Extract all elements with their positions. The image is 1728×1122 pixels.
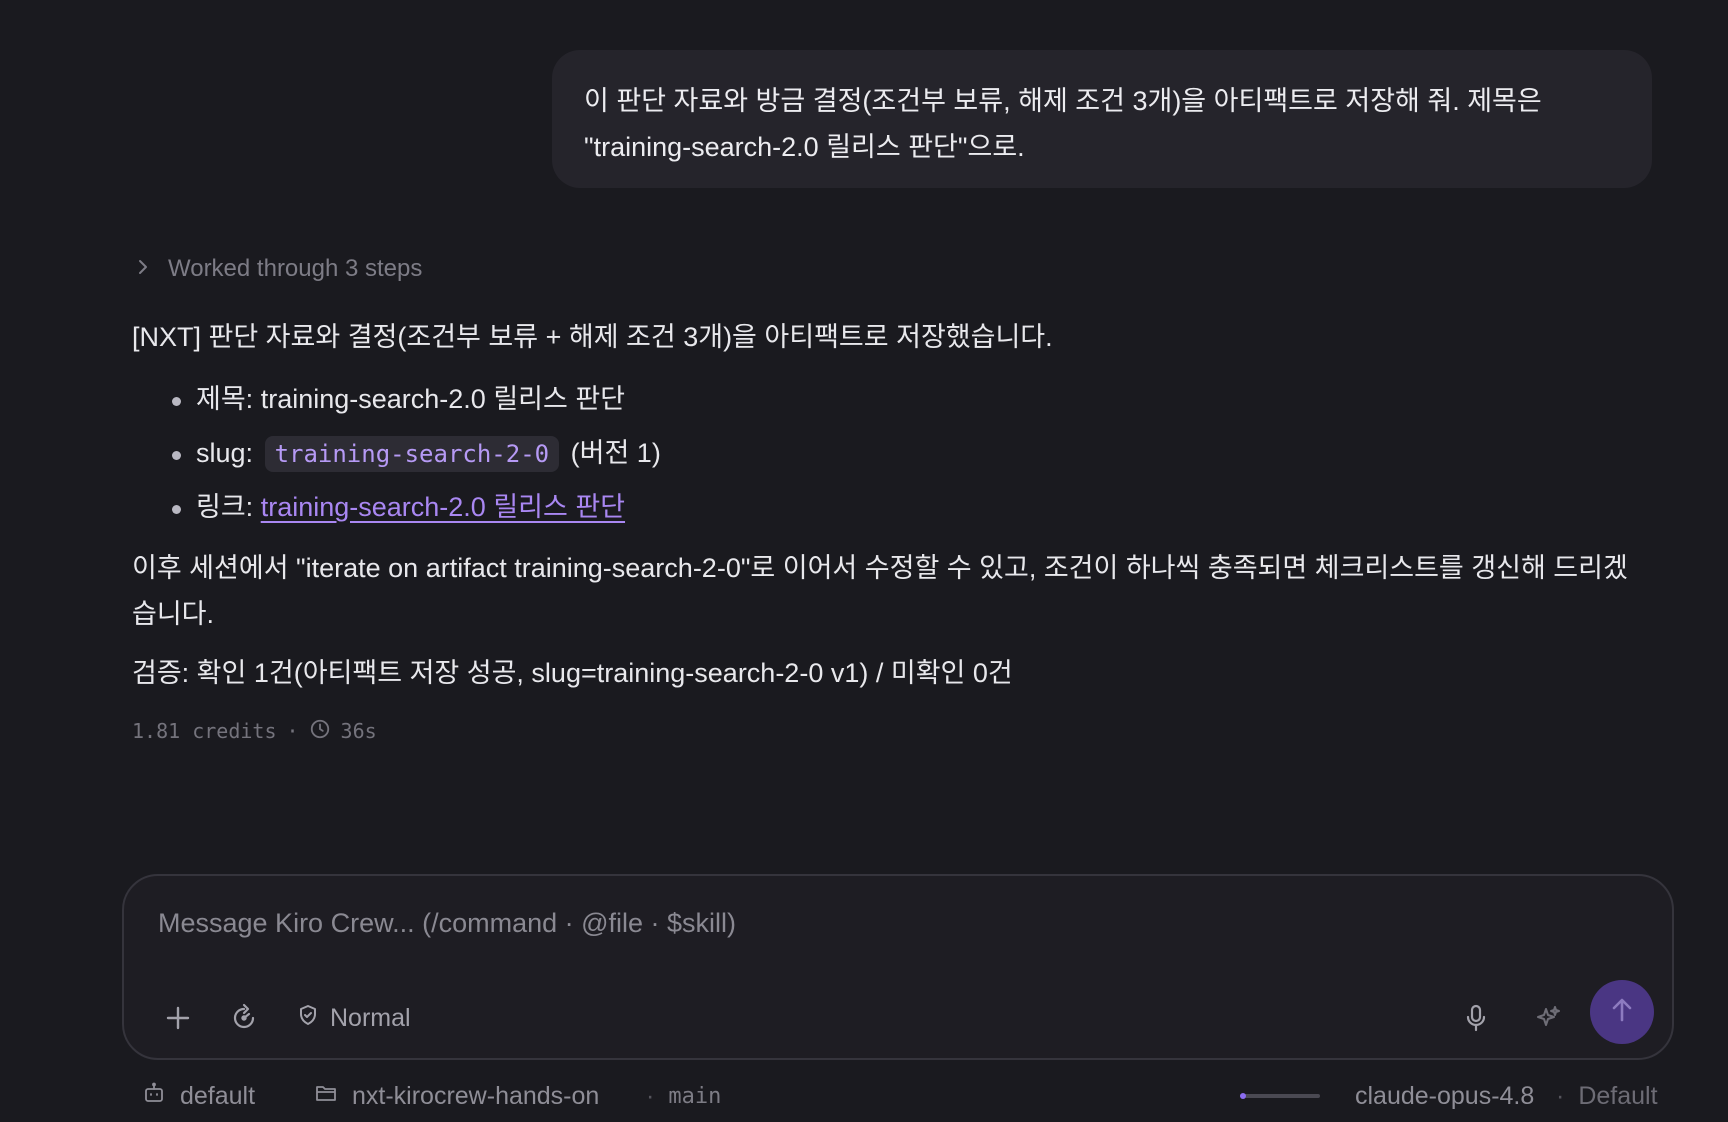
profile-selector[interactable]: · Default: [1556, 1078, 1658, 1114]
assistant-verification: 검증: 확인 1건(아티팩트 저장 성공, slug=training-sear…: [132, 658, 1013, 688]
arrow-up-icon: [1607, 995, 1637, 1030]
git-branch[interactable]: · main: [646, 1078, 721, 1114]
agent-selector[interactable]: default: [142, 1078, 255, 1114]
mode-selector[interactable]: Normal: [296, 1000, 411, 1036]
slug-version: (버전 1): [570, 438, 661, 468]
branch-name: main: [668, 1083, 722, 1109]
message-composer: Normal: [122, 874, 1674, 1060]
meta-separator: ·: [286, 719, 299, 743]
send-button[interactable]: [1590, 980, 1654, 1044]
worked-steps-label: Worked through 3 steps: [168, 255, 423, 282]
attach-button[interactable]: [158, 1000, 198, 1040]
artifact-details-list: 제목: training-search-2.0 릴리스 판단 slug: tra…: [172, 377, 661, 539]
artifact-link[interactable]: training-search-2.0 릴리스 판단: [261, 492, 625, 522]
title-label: 제목:: [196, 384, 254, 414]
chevron-right-icon: [134, 255, 152, 283]
shield-icon: [296, 1003, 320, 1034]
voice-input-button[interactable]: [1456, 1000, 1496, 1040]
context-refresh-button[interactable]: [224, 1000, 264, 1040]
list-item-slug: slug: training-search-2-0 (버전 1): [172, 431, 661, 485]
user-message-line-2: "training-search-2.0 릴리스 판단"으로.: [584, 132, 1025, 162]
workspace-folder[interactable]: nxt-kirocrew-hands-on: [314, 1078, 599, 1114]
folder-name: nxt-kirocrew-hands-on: [352, 1081, 600, 1110]
profile-separator: ·: [1556, 1081, 1565, 1110]
assistant-intro: [NXT] 판단 자료와 결정(조건부 보류 + 해제 조건 3개)을 아티팩트…: [132, 322, 1053, 352]
message-input[interactable]: [156, 900, 1560, 946]
duration-text: 36s: [340, 719, 377, 743]
context-usage-bar: [1240, 1093, 1320, 1099]
link-label: 링크:: [196, 492, 254, 522]
enhance-prompt-button[interactable]: [1528, 1000, 1568, 1040]
model-name: claude-opus-4.8: [1355, 1081, 1535, 1110]
slug-label: slug:: [196, 438, 254, 468]
assistant-followup: 이후 세션에서 "iterate on artifact training-se…: [132, 553, 1628, 629]
list-item-link: 링크: training-search-2.0 릴리스 판단: [172, 485, 661, 539]
microphone-icon: [1461, 1003, 1491, 1038]
list-item-title: 제목: training-search-2.0 릴리스 판단: [172, 377, 661, 431]
model-selector[interactable]: claude-opus-4.8: [1355, 1078, 1534, 1114]
worked-steps-toggle[interactable]: Worked through 3 steps: [134, 252, 422, 286]
plus-icon: [163, 1003, 193, 1038]
sparkle-icon: [1533, 1003, 1563, 1038]
title-value: training-search-2.0 릴리스 판단: [260, 384, 626, 414]
robot-icon: [142, 1081, 166, 1112]
branch-separator: ·: [646, 1081, 655, 1110]
context-usage-fill: [1240, 1093, 1246, 1099]
slug-code: training-search-2-0: [264, 436, 560, 472]
refresh-gauge-icon: [229, 1003, 259, 1038]
mode-label: Normal: [330, 1003, 411, 1032]
user-message-bubble: 이 판단 자료와 방금 결정(조건부 보류, 해제 조건 3개)을 아티팩트로 …: [552, 50, 1652, 188]
user-message-line-1: 이 판단 자료와 방금 결정(조건부 보류, 해제 조건 3개)을 아티팩트로 …: [584, 86, 1542, 116]
agent-name: default: [180, 1081, 256, 1110]
response-meta: 1.81 credits · 36s: [132, 715, 377, 747]
folder-icon: [314, 1081, 338, 1112]
clock-icon: [309, 718, 331, 745]
profile-name: Default: [1578, 1081, 1658, 1110]
credits-text: 1.81 credits: [132, 719, 277, 743]
status-bar: default nxt-kirocrew-hands-on · main cla…: [0, 1078, 1728, 1114]
